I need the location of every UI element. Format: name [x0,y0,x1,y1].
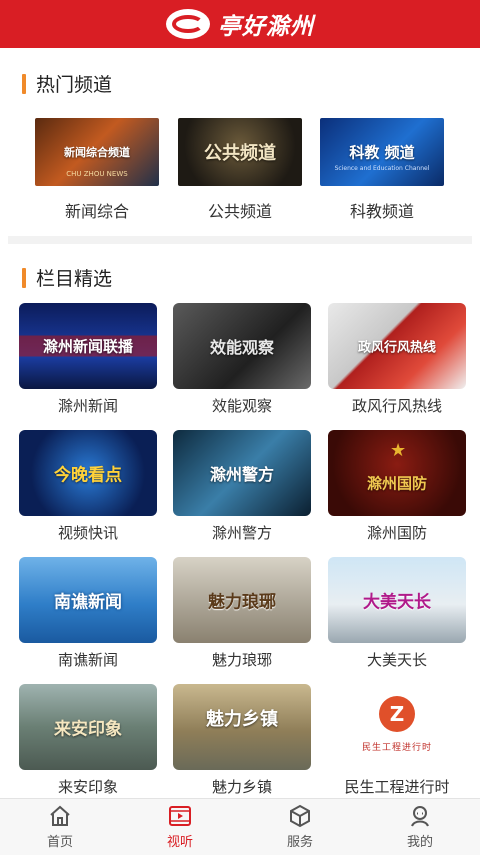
program-card[interactable]: 来安印象 来安印象 [19,684,157,797]
program-label: 大美天长 [366,651,427,669]
program-thumb-title: 民生工程进行时 [361,743,432,753]
app-title: 亭好滁州 [218,14,314,40]
program-thumb-title: 今晚看点 [54,465,122,486]
program-thumb-title: 魅力乡镇 [206,709,278,731]
program-thumb-title: 滁州国防 [366,474,427,493]
channel-label: 科教频道 [349,202,414,221]
program-label: 视频快讯 [57,524,118,542]
section-accent-bar [22,267,26,288]
star-emblem-icon: ★ [390,440,407,461]
home-icon [50,805,70,826]
channel-thumbnail: 公共频道 [178,118,302,186]
channel-thumb-title: 科教 频道 [349,143,415,162]
channel-thumbnail: 新闻综合频道 CHU ZHOU NEWS [35,118,159,186]
program-thumb-title: 南谯新闻 [54,592,122,613]
program-card[interactable]: 滁州新闻联播 滁州新闻 [19,303,157,416]
tab-service[interactable]: 服务 [240,799,360,855]
program-thumbnail: 魅力乡镇 [173,684,311,770]
program-card[interactable]: 南谯新闻 南谯新闻 [19,557,157,670]
channel-card-news[interactable]: 新闻综合频道 CHU ZHOU NEWS 新闻综合 [35,118,159,222]
program-thumbnail: 政风行风热线 [328,303,466,389]
tab-label: 视听 [166,835,193,850]
channel-thumb-title: 新闻综合频道 [64,146,130,159]
program-thumb-title: 来安印象 [54,719,122,740]
program-label: 滁州新闻 [57,397,118,415]
tab-label: 首页 [46,835,73,850]
program-card[interactable]: 滁州警方 滁州警方 [173,430,311,543]
program-thumbnail: Z 民生工程进行时 [328,684,466,770]
program-thumbnail: 大美天长 [328,557,466,643]
channel-label: 公共频道 [207,202,272,221]
program-label: 效能观察 [211,397,272,415]
logo-icon [166,9,210,39]
program-label: 滁州警方 [211,524,272,542]
tab-mine[interactable]: 我的 [360,799,480,855]
program-card[interactable]: ★ 滁州国防 滁州国防 [328,430,466,543]
program-thumb-title: 滁州新闻联播 [19,335,157,357]
channel-thumb-subtitle: Science and Education Channel [334,165,430,172]
hot-channels-header: 热门频道 [22,70,112,97]
program-thumb-title: 魅力琅琊 [208,592,276,613]
program-card[interactable]: 政风行风热线 政风行风热线 [328,303,466,416]
logo-icon: Z [379,696,415,732]
program-thumbnail: 效能观察 [173,303,311,389]
channel-card-science[interactable]: 科教 频道 Science and Education Channel 科教频道 [320,118,444,222]
user-icon [411,806,429,827]
program-thumbnail: 滁州新闻联播 [19,303,157,389]
program-thumbnail: 滁州警方 [173,430,311,516]
tab-home[interactable]: 首页 [0,799,120,855]
program-label: 民生工程进行时 [344,778,450,796]
program-label: 来安印象 [57,778,118,796]
programs-header: 栏目精选 [22,264,112,291]
program-label: 滁州国防 [366,524,427,542]
video-icon [169,806,191,826]
program-thumbnail: 魅力琅琊 [173,557,311,643]
app-header: 亭好滁州 [0,0,480,48]
program-label: 魅力琅琊 [211,651,272,669]
bottom-tab-bar: 首页 视听 服务 我的 [0,798,480,855]
section-divider [8,236,472,244]
program-card[interactable]: 效能观察 效能观察 [173,303,311,416]
channel-card-public[interactable]: 公共频道 公共频道 [178,118,302,222]
section-accent-bar [22,73,26,94]
tab-label: 服务 [286,835,313,850]
program-card[interactable]: 大美天长 大美天长 [328,557,466,670]
program-thumbnail: ★ 滁州国防 [328,430,466,516]
program-card[interactable]: 今晚看点 视频快讯 [19,430,157,543]
program-thumbnail: 来安印象 [19,684,157,770]
program-thumb-title: 效能观察 [209,338,274,357]
hot-channels-title: 热门频道 [36,74,113,96]
app-logo: 亭好滁州 [166,7,314,41]
program-card[interactable]: Z 民生工程进行时 民生工程进行时 [328,684,466,797]
box-icon [290,804,310,828]
program-card[interactable]: 魅力乡镇 魅力乡镇 [173,684,311,797]
program-thumb-title: 大美天长 [363,592,431,613]
channel-thumb-subtitle: CHU ZHOU NEWS [66,170,128,178]
program-thumbnail: 南谯新闻 [19,557,157,643]
program-card[interactable]: 魅力琅琊 魅力琅琊 [173,557,311,670]
tab-video[interactable]: 视听 [120,799,240,855]
program-label: 魅力乡镇 [211,778,272,796]
program-label: 政风行风热线 [351,397,442,415]
program-thumbnail: 今晚看点 [19,430,157,516]
program-label: 南谯新闻 [57,651,118,669]
channel-thumbnail: 科教 频道 Science and Education Channel [320,118,444,186]
program-thumb-title: 政风行风热线 [357,340,436,356]
channel-label: 新闻综合 [64,202,129,221]
program-thumb-title: 滁州警方 [209,465,274,484]
channel-thumb-title: 公共频道 [204,143,276,164]
programs-title: 栏目精选 [36,268,113,290]
tab-label: 我的 [406,835,433,850]
